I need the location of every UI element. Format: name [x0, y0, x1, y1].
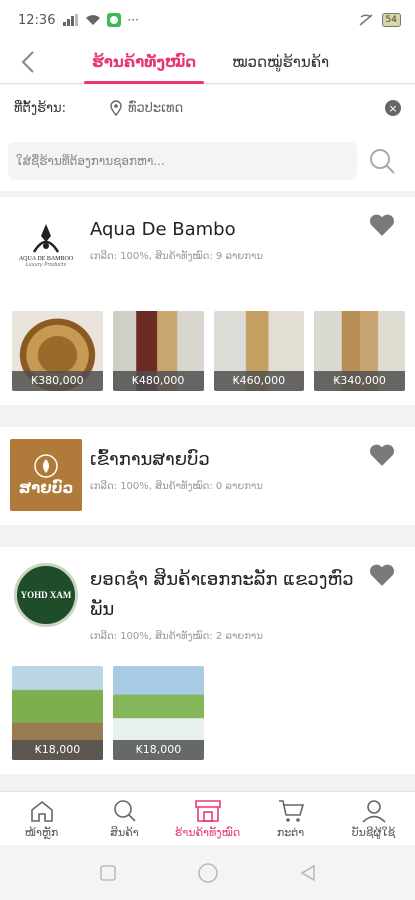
tab-all-shops-label: ຮ້ານຄ້າທັງໝົດ — [174, 825, 241, 839]
top-nav: ຮ້ານຄ້າທັງໝົດ ໝວດໝູ່ຮ້ານຄ້າ — [0, 40, 415, 84]
clear-location-button[interactable]: × — [385, 100, 401, 116]
shop-card[interactable]: YOHD XAM ຍອດຊໍາ ສິນຄ້າເອກກະລັກ ແຂວງຫົວພັ… — [0, 547, 415, 774]
location-label: ທີ່ຕັ້ງຮ້ານ: — [14, 100, 66, 116]
tab-cart-label: ກະຕ່າ — [276, 825, 305, 839]
product-thumbnail[interactable]: ₭340,000 — [314, 311, 405, 391]
bottom-tab-bar: ໜ້າຫຼັກ ສິນຄ້າ ຮ້ານຄ້າທັງໝົດ ກະຕ່າ ບັນຊີ… — [0, 791, 415, 845]
system-nav-bar — [0, 845, 415, 900]
home-icon — [30, 800, 53, 822]
shop-name: Aqua De Bambo — [90, 219, 236, 240]
shop-name: ເຂົ້າການສາຍບົວ — [90, 449, 210, 470]
tab-home[interactable]: ໜ້າຫຼັກ — [0, 792, 83, 845]
product-price: ₭18,000 — [113, 740, 204, 760]
status-bar: 12:36 ··· 54 — [0, 0, 415, 40]
battery-icon: 54 — [381, 13, 401, 27]
chevron-left-icon — [21, 50, 34, 73]
product-price: ₭380,000 — [12, 371, 103, 391]
shop-name: ຍອດຊໍາ ສິນຄ້າເອກກະລັກ ແຂວງຫົວພັນ — [90, 569, 354, 620]
tab-products[interactable]: ສິນຄ້າ — [83, 792, 166, 845]
product-price: ₭340,000 — [314, 371, 405, 391]
back-triangle-icon[interactable] — [299, 864, 317, 882]
map-pin-icon — [110, 100, 122, 116]
tab-account[interactable]: ບັນຊີຜູ້ໃຊ້ — [332, 792, 415, 845]
tab-shop-categories[interactable]: ໝວດໝູ່ຮ້ານຄ້າ — [224, 40, 337, 84]
shop-logo-text: ສາຍບົວ — [18, 479, 74, 497]
shop-logo: AQUA DE BAMBOO Luxury Products — [10, 209, 82, 281]
location-value: ທົ່ວປະເທດ — [128, 100, 184, 116]
product-price: ₭18,000 — [12, 740, 103, 760]
product-price: ₭460,000 — [213, 371, 305, 391]
product-thumbnail[interactable]: ₭480,000 — [112, 311, 204, 391]
shop-meta: ເກລີດ: 100%, ສິນຄ້າທັງໝົດ: 9 ລາຍການ — [90, 251, 263, 262]
status-time: 12:36 — [18, 12, 56, 28]
shop-logo: YOHD XAM — [10, 559, 82, 631]
tab-all-shops-nav[interactable]: ຮ້ານຄ້າທັງໝົດ — [166, 792, 249, 845]
search-bar — [0, 131, 415, 191]
chat-app-icon — [107, 13, 122, 27]
shop-logo-subtext: Luxury Products — [25, 262, 67, 268]
tab-all-shops[interactable]: ຮ້ານຄ້າທັງໝົດ — [84, 40, 205, 84]
favorite-heart-icon[interactable] — [369, 563, 395, 587]
vibrate-icon — [359, 14, 373, 26]
shop-meta: ເກລີດ: 100%, ສິນຄ້າທັງໝົດ: 2 ລາຍການ — [90, 631, 263, 642]
shop-logo: ສາຍບົວ — [10, 439, 82, 511]
store-icon — [194, 799, 221, 822]
product-thumbnail[interactable]: ₭18,000 — [12, 666, 103, 760]
tab-account-label: ບັນຊີຜູ້ໃຊ້ — [351, 825, 396, 839]
signal-icon — [63, 14, 79, 26]
user-icon — [361, 799, 386, 823]
recent-apps-icon[interactable] — [99, 864, 117, 882]
shop-card[interactable]: AQUA DE BAMBOO Luxury Products Aqua De B… — [0, 197, 415, 405]
search-icon — [370, 149, 395, 174]
search-icon — [113, 799, 136, 822]
wifi-icon — [86, 15, 101, 25]
shop-meta: ເກລີດ: 100%, ສິນຄ້າທັງໝົດ: 0 ລາຍການ — [90, 481, 263, 492]
tab-home-label: ໜ້າຫຼັກ — [24, 825, 59, 839]
more-notifications-icon: ··· — [127, 13, 139, 27]
shop-logo-text: YOHD XAM — [20, 590, 72, 600]
product-thumbnail[interactable]: ₭18,000 — [113, 666, 204, 760]
tab-cart[interactable]: ກະຕ່າ — [249, 792, 332, 845]
back-button[interactable] — [0, 40, 56, 84]
product-thumbnail[interactable]: ₭380,000 — [12, 311, 103, 391]
shop-logo-emblem — [32, 224, 60, 253]
product-price: ₭480,000 — [112, 371, 204, 391]
shop-list: AQUA DE BAMBOO Luxury Products Aqua De B… — [0, 197, 415, 791]
favorite-heart-icon[interactable] — [369, 213, 395, 237]
cart-icon — [278, 799, 304, 822]
shop-logo-emblem — [34, 454, 58, 478]
product-thumbnail[interactable]: ₭460,000 — [213, 311, 305, 391]
tab-products-label: ສິນຄ້າ — [110, 825, 139, 839]
shop-card[interactable]: ສາຍບົວ ເຂົ້າການສາຍບົວ ເກລີດ: 100%, ສິນຄ້… — [0, 427, 415, 525]
search-button[interactable] — [357, 142, 407, 180]
location-filter[interactable]: ທີ່ຕັ້ງຮ້ານ: ທົ່ວປະເທດ × — [0, 85, 415, 131]
search-input[interactable] — [8, 142, 357, 180]
home-circle-icon[interactable] — [197, 862, 219, 884]
favorite-heart-icon[interactable] — [369, 443, 395, 467]
